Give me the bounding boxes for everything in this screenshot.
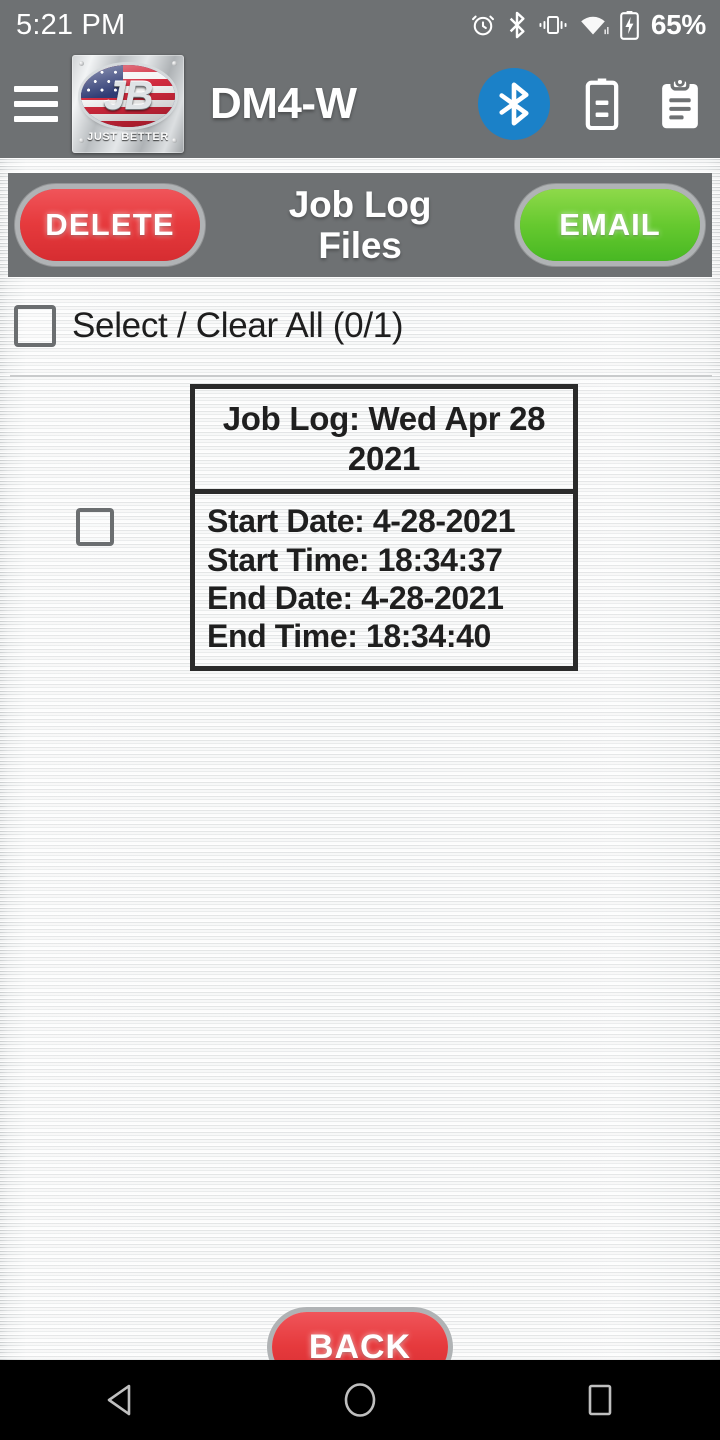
select-all-checkbox[interactable] <box>14 305 56 347</box>
select-all-row[interactable]: Select / Clear All (0/1) <box>0 277 720 375</box>
delete-button[interactable]: DELETE <box>20 189 200 261</box>
status-icons: 65% <box>470 9 706 41</box>
job-log-start-date: Start Date: 4-28-2021 <box>207 503 516 540</box>
page-title-line-1: Job Log <box>288 183 432 225</box>
square-recents-icon[interactable] <box>540 1360 660 1440</box>
job-log-card[interactable]: Job Log: Wed Apr 28 2021 Start Date: 4-2… <box>190 384 578 671</box>
battery-percent: 65% <box>650 9 706 40</box>
app-bar-actions <box>478 68 706 140</box>
circle-home-icon[interactable] <box>300 1360 420 1440</box>
logo-mark: JB <box>103 73 153 118</box>
list-divider <box>10 375 712 377</box>
job-log-start-time: Start Time: 18:34:37 <box>207 541 503 578</box>
battery-icon[interactable] <box>576 73 628 135</box>
file-select-checkbox[interactable] <box>76 508 114 547</box>
job-log-end-date: End Date: 4-28-2021 <box>207 579 504 616</box>
android-nav-bar <box>0 1360 720 1440</box>
job-log-end-time: End Time: 18:34:40 <box>207 618 491 655</box>
footer: BACK <box>0 1240 720 1382</box>
flag-oval: JB <box>81 65 175 127</box>
alarm-icon <box>470 12 496 38</box>
vibrate-icon <box>538 14 568 36</box>
battery-charging-icon <box>619 10 639 40</box>
job-log-card-title: Job Log: Wed Apr 28 2021 <box>195 389 573 495</box>
page-content: DELETE Job Log Files EMAIL Select / Clea… <box>0 158 720 1382</box>
clipboard-icon[interactable] <box>654 73 706 135</box>
list-item[interactable]: Job Log: Wed Apr 28 2021 Start Date: 4-2… <box>0 384 720 671</box>
app-bar: JB JUST BETTER DM4-W <box>0 50 720 158</box>
job-log-card-body: Start Date: 4-28-2021 Start Time: 18:34:… <box>195 494 573 666</box>
action-toolbar: DELETE Job Log Files EMAIL <box>8 173 712 277</box>
row-checkbox-cell <box>0 508 190 547</box>
page-title: Job Log Files <box>200 184 520 267</box>
status-time: 5:21 PM <box>16 8 126 41</box>
select-all-label: Select / Clear All (0/1) <box>72 306 404 345</box>
bluetooth-icon[interactable] <box>478 68 550 140</box>
app-root: 5:21 PM 65% JB JUST BETTER DM4-W DELETE … <box>0 0 720 1440</box>
bluetooth-icon <box>507 11 527 39</box>
email-button[interactable]: EMAIL <box>520 189 700 261</box>
jb-logo: JB JUST BETTER <box>72 55 184 153</box>
wifi-icon <box>579 13 609 37</box>
triangle-back-icon[interactable] <box>60 1360 180 1440</box>
page-title-line-2: Files <box>318 225 402 266</box>
status-bar: 5:21 PM 65% <box>0 0 720 50</box>
hamburger-menu-icon[interactable] <box>0 50 72 158</box>
logo-tagline: JUST BETTER <box>87 131 169 143</box>
app-title: DM4-W <box>210 79 357 128</box>
job-log-file-list: Job Log: Wed Apr 28 2021 Start Date: 4-2… <box>0 384 720 671</box>
